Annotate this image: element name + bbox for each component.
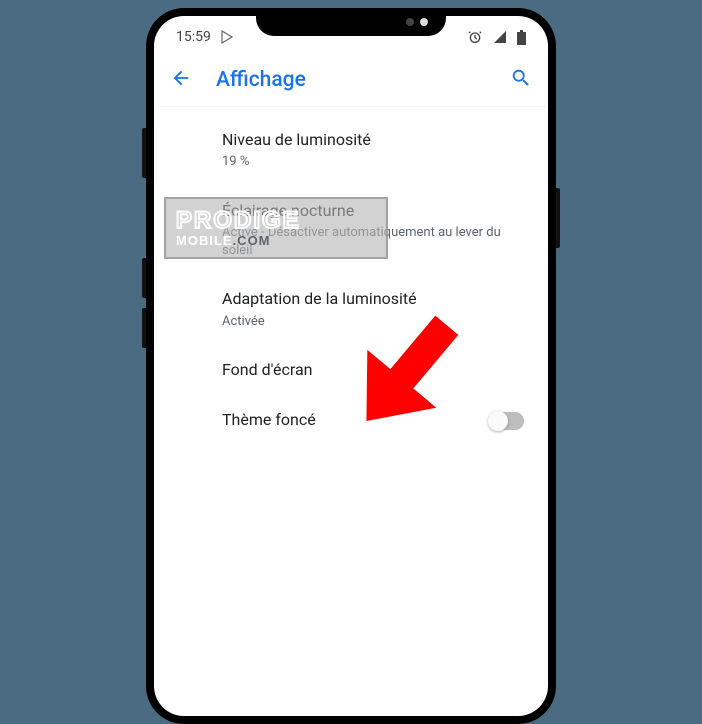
play-store-icon [221, 30, 233, 44]
signal-icon [493, 30, 507, 44]
setting-night-light[interactable]: Éclairage nocturne Activé - Désactiver a… [154, 186, 548, 275]
settings-list: Niveau de luminosité 19 % Éclairage noct… [154, 107, 548, 454]
status-time: 15:59 [176, 29, 211, 45]
sensor-dot [406, 18, 414, 26]
phone-side-button [142, 258, 146, 298]
setting-subtitle: Activé - Désactiver automatiquement au l… [222, 224, 524, 260]
setting-subtitle: Activée [222, 313, 524, 331]
dark-theme-toggle[interactable] [490, 412, 524, 430]
page-title: Affichage [216, 68, 486, 92]
search-icon [510, 67, 532, 89]
battery-icon [517, 30, 526, 45]
phone-notch [256, 8, 446, 36]
setting-title: Fond d'écran [222, 359, 524, 381]
phone-screen: 15:59 Affichage Niveau de luminosité [154, 16, 548, 716]
phone-side-button [142, 308, 146, 348]
setting-dark-theme[interactable]: Thème foncé [154, 395, 548, 445]
setting-wallpaper[interactable]: Fond d'écran [154, 345, 548, 395]
phone-frame: 15:59 Affichage Niveau de luminosité [146, 8, 556, 724]
setting-adaptive-brightness[interactable]: Adaptation de la luminosité Activée [154, 274, 548, 345]
setting-title: Niveau de luminosité [222, 129, 524, 151]
phone-side-button [142, 128, 146, 178]
setting-brightness-level[interactable]: Niveau de luminosité 19 % [154, 115, 548, 186]
back-button[interactable] [170, 67, 192, 93]
arrow-left-icon [170, 67, 192, 89]
alarm-icon [467, 29, 483, 45]
camera-dot [420, 18, 428, 26]
setting-title: Éclairage nocturne [222, 200, 524, 222]
setting-title: Adaptation de la luminosité [222, 288, 524, 310]
setting-subtitle: 19 % [222, 153, 524, 171]
app-bar: Affichage [154, 53, 548, 107]
phone-side-button [556, 188, 560, 248]
search-button[interactable] [510, 67, 532, 93]
setting-title: Thème foncé [222, 409, 490, 431]
